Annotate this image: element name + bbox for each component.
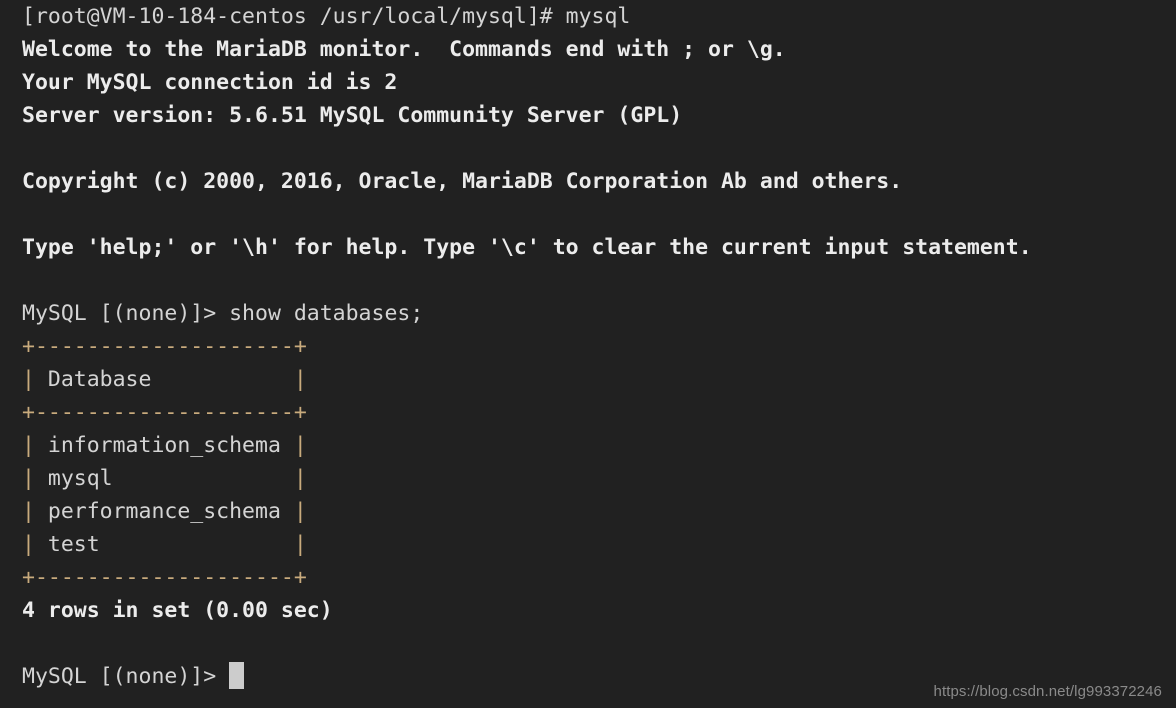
mysql-help-hint-line: Type 'help;' or '\h' for help. Type '\c'…	[22, 235, 1032, 260]
table-row: | information_schema |	[22, 433, 307, 458]
mysql-copyright-line: Copyright (c) 2000, 2016, Oracle, MariaD…	[22, 169, 903, 194]
terminal-window[interactable]: [root@VM-10-184-centos /usr/local/mysql]…	[0, 0, 1176, 708]
table-rule-top: +--------------------+	[22, 334, 307, 359]
table-row: | test |	[22, 532, 307, 557]
block-cursor	[229, 662, 245, 689]
table-rule-middle: +--------------------+	[22, 400, 307, 425]
table-row: | mysql |	[22, 466, 307, 491]
query-command-text: show databases;	[229, 301, 424, 326]
table-row: | performance_schema |	[22, 499, 307, 524]
result-status-line: 4 rows in set (0.00 sec)	[22, 598, 333, 623]
query-command-line: MySQL [(none)]> show databases;	[0, 297, 1176, 330]
mysql-connection-id-line: Your MySQL connection id is 2	[22, 70, 398, 95]
shell-prompt-line: [root@VM-10-184-centos /usr/local/mysql]…	[22, 4, 631, 29]
mysql-prompt: MySQL [(none)]>	[22, 301, 230, 326]
watermark-url: https://blog.csdn.net/lg993372246	[933, 683, 1162, 700]
table-rule-bottom: +--------------------+	[22, 565, 307, 590]
mysql-welcome-line: Welcome to the MariaDB monitor. Commands…	[22, 37, 786, 62]
mysql-server-version-line: Server version: 5.6.51 MySQL Community S…	[22, 103, 683, 128]
mysql-prompt: MySQL [(none)]>	[22, 664, 230, 689]
table-header-row: | Database |	[22, 367, 307, 392]
